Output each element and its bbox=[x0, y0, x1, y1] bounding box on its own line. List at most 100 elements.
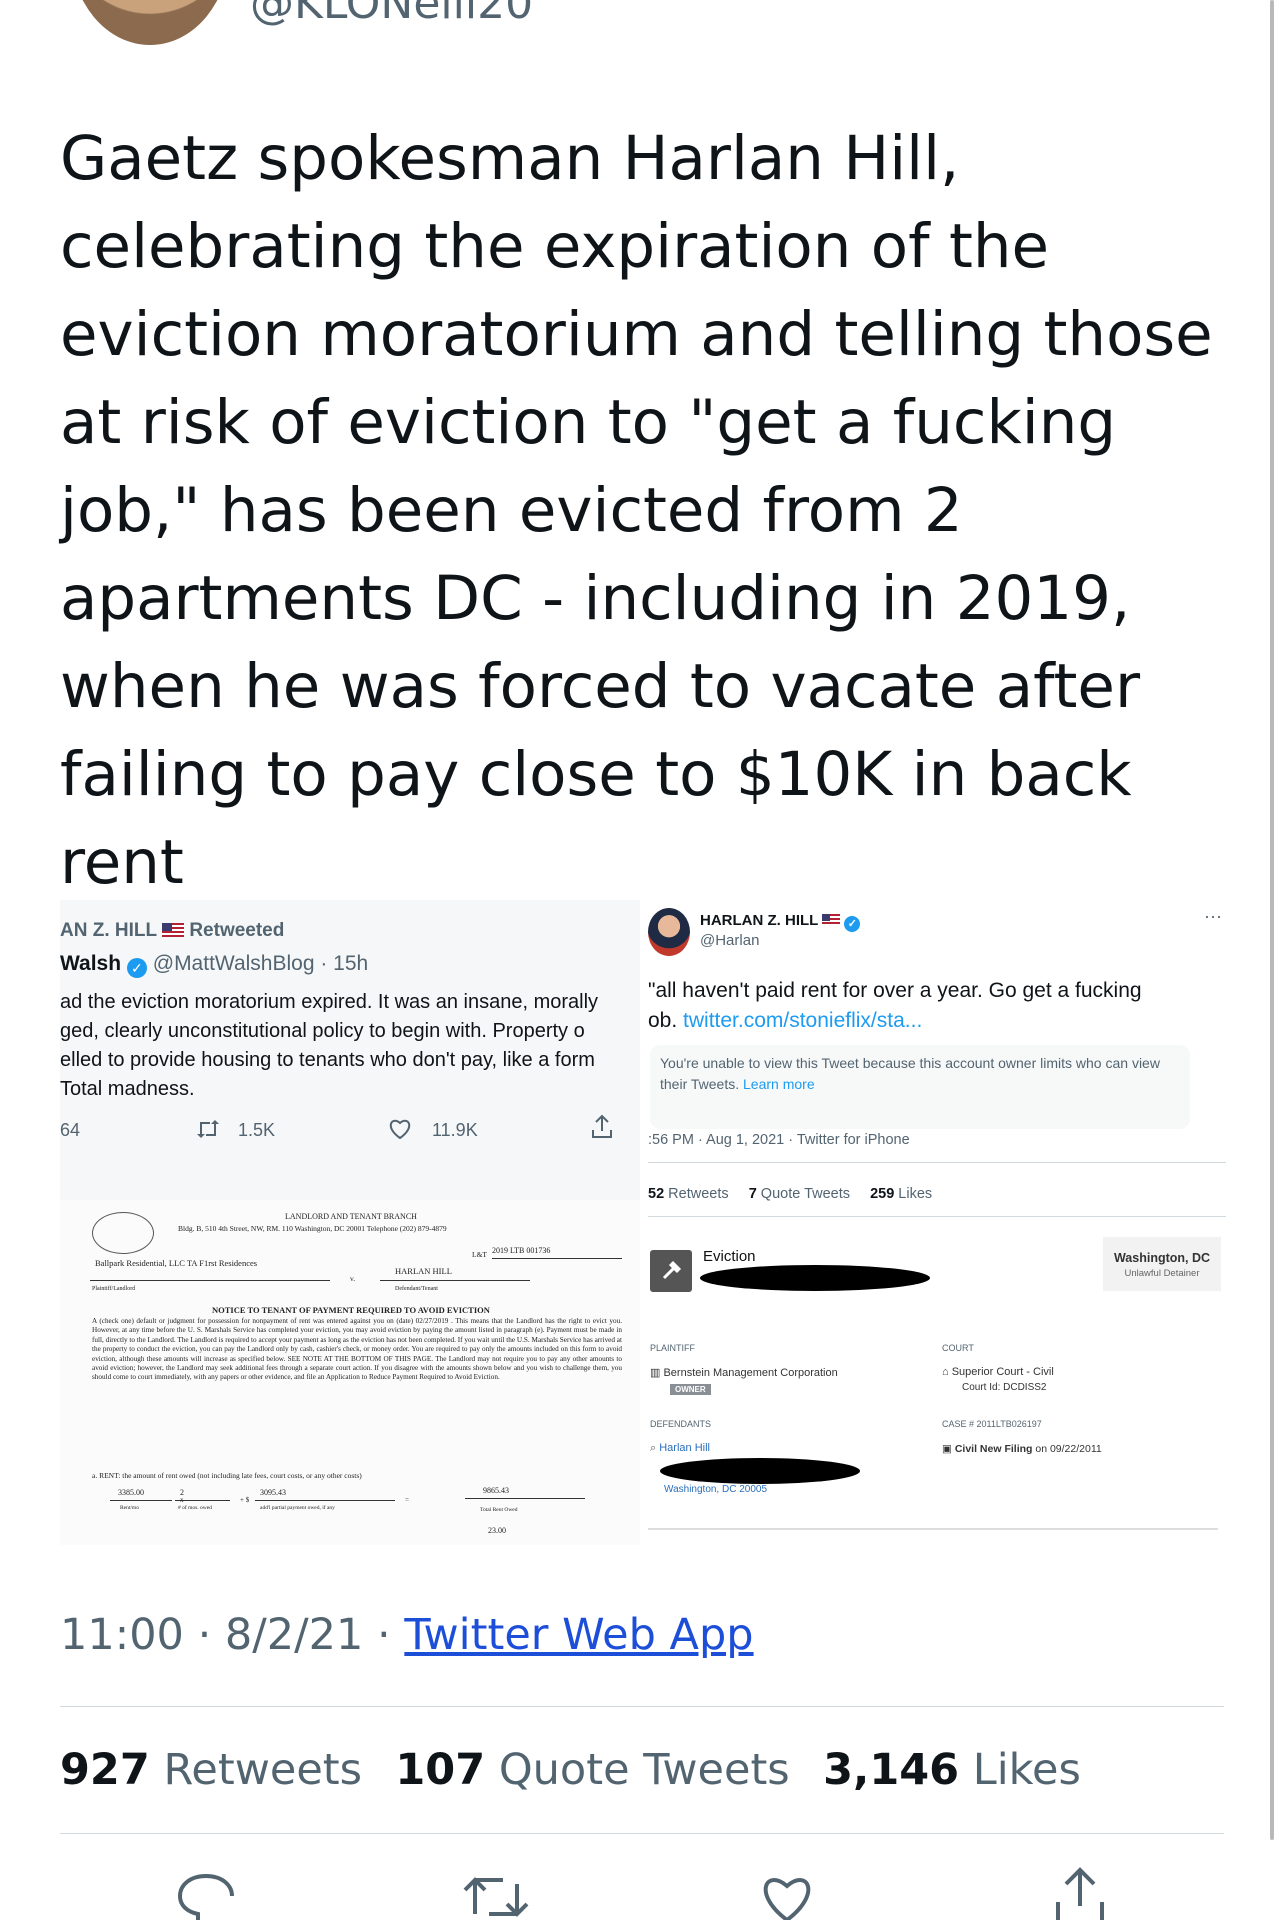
quoted-author-handle: @MattWalshBlog · 15h bbox=[152, 952, 369, 975]
author-handle: @KLONeill20 bbox=[250, 0, 534, 29]
doc-partial-label: add'l partial payment owed, if any bbox=[260, 1505, 335, 1511]
filing-row: ▣ Civil New Filing on 09/22/2011 bbox=[942, 1443, 1102, 1455]
like-icon[interactable] bbox=[758, 1874, 816, 1920]
verified-badge-icon: ✓ bbox=[126, 958, 147, 978]
share-icon[interactable] bbox=[590, 1114, 614, 1140]
embedded-image-left[interactable]: AN Z. HILL Retweeted Walsh ✓ @MattWalshB… bbox=[60, 900, 640, 1200]
defendants-heading: DEFENDANTS bbox=[650, 1419, 712, 1429]
harlan-tweet-meta: :56 PM · Aug 1, 2021 · Twitter for iPhon… bbox=[648, 1132, 910, 1148]
location-box: Washington, DC Unlawful Detainer bbox=[1103, 1237, 1221, 1291]
quoted-line: ged, clearly unconstitutional policy to … bbox=[60, 1020, 585, 1042]
location: Washington, DC bbox=[1113, 1251, 1211, 1265]
plaintiff-heading: PLAINTIFF bbox=[650, 1343, 696, 1353]
learn-more-link[interactable]: Learn more bbox=[743, 1076, 815, 1092]
doc-notice-title: NOTICE TO TENANT OF PAYMENT REQUIRED TO … bbox=[212, 1305, 490, 1315]
doc-case-number: 2019 LTB 001736 bbox=[492, 1246, 551, 1255]
doc-defendant: HARLAN HILL bbox=[395, 1266, 452, 1276]
court-seal bbox=[92, 1212, 154, 1254]
doc-address: Bldg. B, 510 4th Street, NW, RM. 110 Was… bbox=[178, 1224, 447, 1233]
doc-total-label: Total Rent Owed bbox=[480, 1507, 518, 1513]
harlan-tweet-line: "all haven't paid rent for over a year. … bbox=[648, 979, 1142, 1002]
doc-vs: v. bbox=[350, 1274, 356, 1283]
avatar[interactable] bbox=[70, 0, 230, 45]
harlan-name[interactable]: HARLAN Z. HILL bbox=[700, 912, 818, 929]
more-options-icon[interactable]: ··· bbox=[1204, 906, 1222, 927]
harlan-retweets-count: 52 bbox=[648, 1186, 665, 1202]
quoted-line: elled to provide housing to tenants who … bbox=[60, 1049, 595, 1071]
doc-defendant-label: Defendant/Tenant bbox=[395, 1286, 438, 1292]
retweeted-label: Retweeted bbox=[189, 920, 285, 941]
harlan-tweet-stats: 52 Retweets 7 Quote Tweets 259 Likes bbox=[648, 1186, 932, 1202]
like-count: 11.9K bbox=[432, 1120, 478, 1140]
us-flag-icon bbox=[162, 923, 185, 937]
court-document-image[interactable]: LANDLORD AND TENANT BRANCH Bldg. B, 510 … bbox=[60, 1200, 640, 1545]
gavel-icon bbox=[650, 1250, 692, 1292]
retweeter-name: AN Z. HILL bbox=[60, 920, 157, 941]
harlan-name-row: HARLAN Z. HILL ✓ bbox=[700, 912, 861, 932]
retweet-icon[interactable] bbox=[195, 1118, 221, 1140]
source-link[interactable]: Twitter Web App bbox=[404, 1610, 753, 1660]
tweet-timestamp: 11:00 · 8/2/21 · bbox=[60, 1610, 405, 1660]
tweet-link[interactable]: twitter.com/stonieflix/sta... bbox=[683, 1009, 922, 1032]
quoted-line: ad the eviction moratorium expired. It w… bbox=[60, 991, 599, 1013]
heart-icon[interactable] bbox=[388, 1118, 412, 1140]
case-type: Eviction bbox=[703, 1248, 756, 1265]
embedded-image-right[interactable]: HARLAN Z. HILL ✓ @Harlan ··· "all haven'… bbox=[648, 900, 1228, 1545]
building-icon: ▥ bbox=[650, 1367, 661, 1379]
calendar-icon: ▣ bbox=[942, 1443, 952, 1455]
reply-count: 64 bbox=[60, 1120, 81, 1140]
case-number: CASE # 2011LTB026197 bbox=[942, 1419, 1042, 1429]
retweet-count: 1.5K bbox=[238, 1120, 276, 1140]
quote-tweets-label[interactable]: Quote Tweets bbox=[499, 1745, 790, 1795]
quotes-count: 107 bbox=[395, 1745, 486, 1795]
likes-label[interactable]: Likes bbox=[973, 1745, 1081, 1795]
quoted-author-name[interactable]: Walsh bbox=[60, 952, 121, 975]
court-heading: COURT bbox=[942, 1343, 974, 1353]
retweets-count: 927 bbox=[60, 1745, 150, 1795]
retweet-icon[interactable] bbox=[463, 1874, 529, 1920]
doc-case-prefix: L&T bbox=[472, 1250, 487, 1259]
harlan-quotes-label[interactable]: Quote Tweets bbox=[761, 1186, 850, 1202]
harlan-avatar[interactable] bbox=[648, 908, 690, 956]
quoted-tweet-text: ad the eviction moratorium expired. It w… bbox=[60, 988, 598, 1104]
scrollbar[interactable] bbox=[1270, 0, 1274, 1840]
doc-plaintiff-label: Plaintiff/Landlord bbox=[92, 1286, 136, 1292]
doc-plaintiff: Ballpark Residential, LLC TA F1rst Resid… bbox=[95, 1258, 258, 1268]
search-icon: ⌕ bbox=[650, 1442, 657, 1454]
location-sub: Unlawful Detainer bbox=[1124, 1268, 1200, 1279]
court-id: Court Id: DCDISS2 bbox=[962, 1382, 1047, 1393]
filing-type: Civil New Filing bbox=[954, 1443, 1033, 1455]
doc-months-label: # of mos. owed bbox=[178, 1505, 212, 1511]
share-icon[interactable] bbox=[1052, 1866, 1108, 1920]
reply-icon[interactable] bbox=[176, 1872, 236, 1920]
retweets-label[interactable]: Retweets bbox=[163, 1745, 362, 1795]
defendant-row: ⌕ Harlan Hill bbox=[650, 1442, 710, 1455]
quoted-line: Total madness. bbox=[60, 1078, 195, 1100]
doc-rent-per-month: 3385.00 bbox=[118, 1488, 144, 1497]
doc-total: 9865.43 bbox=[483, 1486, 509, 1495]
doc-body: A (check one) default or judgment for po… bbox=[92, 1317, 622, 1382]
doc-cut-value: 23.00 bbox=[488, 1526, 506, 1535]
engagement-stats: 927 Retweets 107 Quote Tweets 3,146 Like… bbox=[60, 1745, 1081, 1795]
us-flag-icon bbox=[822, 914, 841, 926]
doc-rent-mo-label: Rent/mo bbox=[120, 1505, 139, 1511]
doc-partial: 3095.43 bbox=[260, 1488, 286, 1497]
doc-branch: LANDLORD AND TENANT BRANCH bbox=[285, 1212, 417, 1221]
plaintiff: Bernstein Management Corporation bbox=[663, 1367, 838, 1379]
harlan-likes-label[interactable]: Likes bbox=[898, 1186, 932, 1202]
quoted-author-row: Walsh ✓ @MattWalshBlog · 15h bbox=[60, 952, 368, 978]
owner-badge: OWNER bbox=[670, 1384, 711, 1395]
plaintiff-row: ▥ Bernstein Management Corporation bbox=[650, 1366, 838, 1379]
harlan-tweet-text: "all haven't paid rent for over a year. … bbox=[648, 976, 1142, 1036]
restricted-notice-text: You're unable to view this Tweet because… bbox=[660, 1055, 1160, 1092]
filing-date: on 09/22/2011 bbox=[1032, 1443, 1102, 1455]
tweet-timestamp-row: 11:00 · 8/2/21 · Twitter Web App bbox=[60, 1610, 754, 1660]
court-row: ⌂ Superior Court - Civil bbox=[942, 1366, 1054, 1378]
harlan-handle: @Harlan bbox=[700, 932, 760, 949]
courthouse-icon: ⌂ bbox=[942, 1366, 949, 1378]
harlan-retweets-label[interactable]: Retweets bbox=[668, 1186, 728, 1202]
tweet-text: Gaetz spokesman Harlan Hill, celebrating… bbox=[60, 123, 1213, 898]
doc-rent-label: a. RENT: the amount of rent owed (not in… bbox=[92, 1471, 362, 1480]
court: Superior Court - Civil bbox=[951, 1366, 1054, 1378]
defendant-link[interactable]: Harlan Hill bbox=[659, 1442, 710, 1454]
